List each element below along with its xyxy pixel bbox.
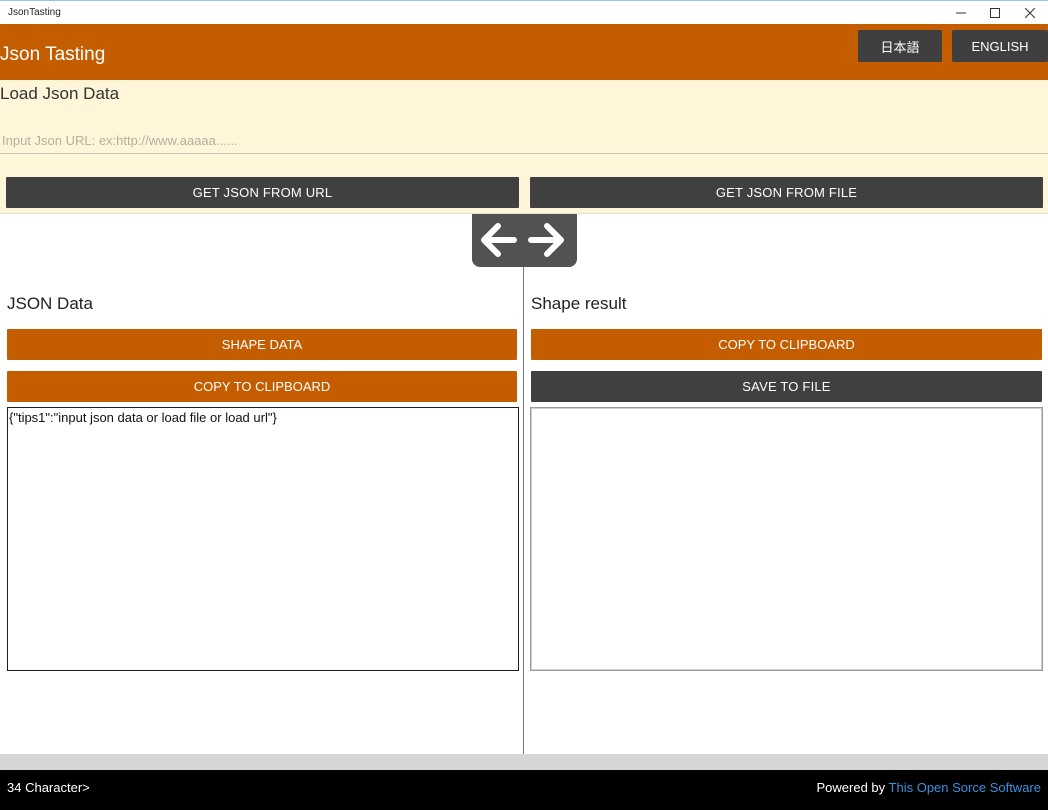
shape-result-textarea[interactable] <box>530 407 1043 671</box>
arrow-left-icon[interactable] <box>476 218 520 262</box>
maximize-button[interactable] <box>978 1 1012 25</box>
horizontal-scrollbar[interactable] <box>0 754 1048 770</box>
copy-result-to-clipboard-button[interactable]: COPY TO CLIPBOARD <box>531 329 1042 360</box>
get-json-from-file-button[interactable]: GET JSON FROM FILE <box>530 177 1043 208</box>
powered-by-text: Powered by This Open Sorce Software <box>817 780 1042 795</box>
pane-swap-control <box>472 214 577 267</box>
shape-result-title: Shape result <box>531 294 627 313</box>
shape-data-button[interactable]: SHAPE DATA <box>7 329 517 360</box>
save-to-file-button[interactable]: SAVE TO FILE <box>531 371 1042 402</box>
get-json-from-url-button[interactable]: GET JSON FROM URL <box>6 177 519 208</box>
powered-by-prefix: Powered by <box>816 780 889 795</box>
open-source-link[interactable]: This Open Sorce Software <box>889 780 1041 795</box>
minimize-icon <box>956 12 966 14</box>
json-url-input[interactable] <box>0 128 1048 154</box>
load-json-heading: Load Json Data <box>0 84 120 103</box>
close-button[interactable] <box>1013 1 1047 25</box>
app-header: Json Tasting 日本語 ENGLISH <box>0 24 1048 80</box>
load-json-panel: Load Json Data GET JSON FROM URL GET JSO… <box>0 80 1048 214</box>
app-title: Json Tasting <box>0 44 106 65</box>
maximize-icon <box>990 8 1000 18</box>
copy-json-to-clipboard-button[interactable]: COPY TO CLIPBOARD <box>7 371 517 402</box>
minimize-button[interactable] <box>944 1 978 25</box>
status-bar: 34 Character> Powered by This Open Sorce… <box>0 770 1048 810</box>
window-title: JsonTasting <box>8 7 61 18</box>
close-icon <box>1025 8 1035 18</box>
window-titlebar: JsonTasting <box>0 0 1048 24</box>
arrow-right-icon[interactable] <box>525 218 569 262</box>
json-data-textarea[interactable]: {"tips1":"input json data or load file o… <box>7 407 519 671</box>
english-language-button[interactable]: ENGLISH <box>952 30 1048 62</box>
character-count: 34 Character> <box>7 780 90 795</box>
json-data-title: JSON Data <box>7 294 93 313</box>
japanese-language-button[interactable]: 日本語 <box>858 30 942 62</box>
pane-divider[interactable] <box>523 267 524 754</box>
